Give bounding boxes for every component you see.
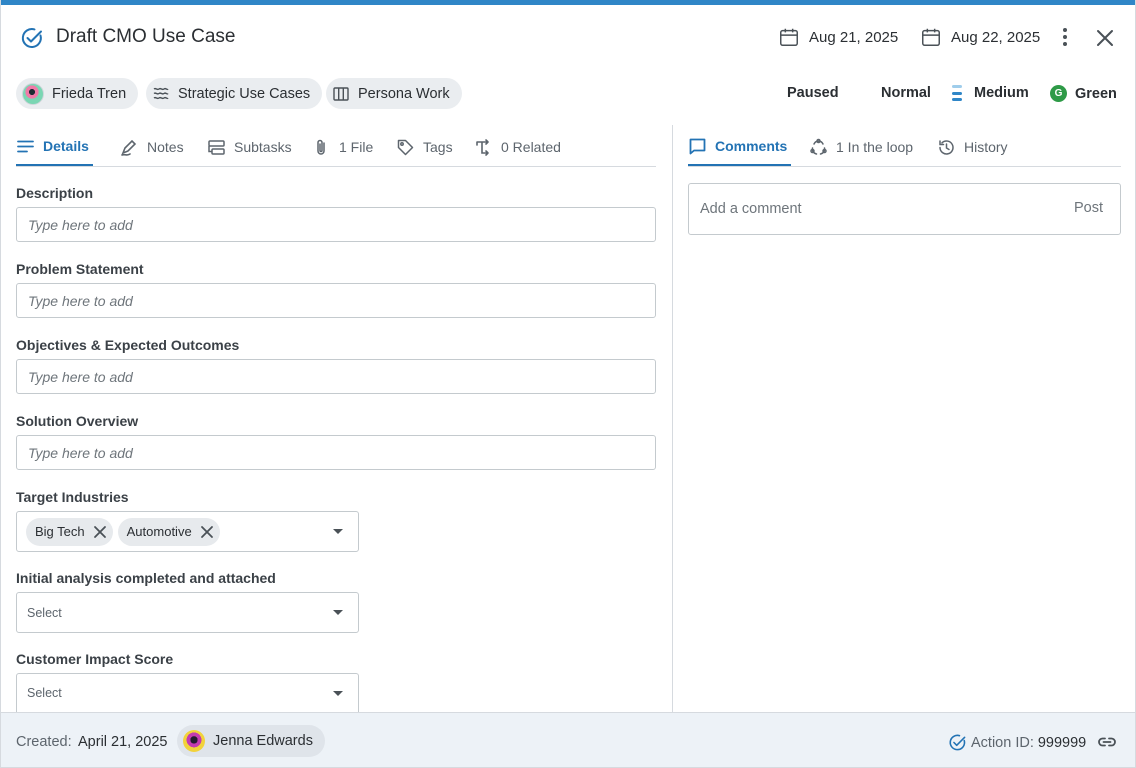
priority-field[interactable]: Normal xyxy=(881,85,931,101)
tab-files-label: 1 File xyxy=(339,139,374,155)
comment-box: Post xyxy=(688,183,1121,235)
comment-input[interactable] xyxy=(700,201,1040,217)
subtasks-icon xyxy=(208,139,225,155)
chevron-down-icon[interactable] xyxy=(333,610,343,615)
page-title[interactable]: Draft CMO Use Case xyxy=(56,26,235,48)
owner-chip[interactable]: Frieda Tren xyxy=(16,78,139,109)
tab-notes-label: Notes xyxy=(147,139,184,155)
industry-chip-label: Automotive xyxy=(126,524,192,539)
action-id: Action ID: 999999 xyxy=(948,733,1086,752)
target-industries-label: Target Industries xyxy=(16,489,129,505)
tab-comments[interactable]: Comments xyxy=(688,128,792,166)
chevron-down-icon[interactable] xyxy=(333,529,343,534)
health-value: Green xyxy=(1075,85,1117,102)
calendar-icon xyxy=(780,28,798,46)
board-name: Persona Work xyxy=(358,85,450,102)
tab-history-label: History xyxy=(964,139,1008,155)
tab-in-the-loop-label: 1 In the loop xyxy=(836,139,914,155)
columns-icon xyxy=(333,86,349,101)
tag-icon xyxy=(397,139,414,155)
tab-related-label: 0 Related xyxy=(501,139,561,155)
select-placeholder: Select xyxy=(27,605,62,620)
customer-impact-label: Customer Impact Score xyxy=(16,651,174,667)
description-label: Description xyxy=(16,185,94,201)
start-date[interactable]: Aug 21, 2025 xyxy=(778,25,898,49)
tab-tags-label: Tags xyxy=(423,139,453,155)
creator-chip[interactable]: Jenna Edwards xyxy=(177,725,325,757)
initial-analysis-label: Initial analysis completed and attached xyxy=(16,570,276,586)
priority-value: Normal xyxy=(881,85,931,101)
problem-statement-input[interactable] xyxy=(16,283,656,318)
project-name: Strategic Use Cases xyxy=(178,85,311,102)
tab-history[interactable]: History xyxy=(937,128,1008,166)
footer: Created: April 21, 2025 Jenna Edwards Ac… xyxy=(0,712,1136,768)
industry-chip: Big Tech xyxy=(26,517,113,546)
problem-statement-label: Problem Statement xyxy=(16,261,144,277)
close-icon[interactable] xyxy=(1094,27,1116,49)
post-button[interactable]: Post xyxy=(1074,200,1103,216)
activity-tabs: Comments 1 In the loop History xyxy=(688,128,1121,167)
lines-icon xyxy=(17,140,34,152)
tab-comments-label: Comments xyxy=(715,138,788,154)
details-tabs: Details Notes Subtasks 1 File Tags 0 Rel… xyxy=(16,128,656,167)
project-chip[interactable]: Strategic Use Cases xyxy=(146,78,323,109)
creator-name: Jenna Edwards xyxy=(213,733,313,749)
due-date-label: Aug 22, 2025 xyxy=(951,28,1041,46)
link-icon[interactable] xyxy=(1097,735,1117,749)
layers-icon xyxy=(153,87,169,99)
tab-files[interactable]: 1 File xyxy=(312,128,373,166)
board-chip[interactable]: Persona Work xyxy=(326,78,462,109)
history-icon xyxy=(939,139,954,155)
tab-details-label: Details xyxy=(43,138,89,154)
select-placeholder: Select xyxy=(27,686,62,700)
tab-details[interactable]: Details xyxy=(16,128,93,166)
task-header: Draft CMO Use Case Aug 21, 2025 Aug 22, … xyxy=(0,5,1136,69)
solution-overview-label: Solution Overview xyxy=(16,413,139,429)
pane-divider xyxy=(672,125,673,712)
comment-icon xyxy=(689,138,706,154)
created-date: April 21, 2025 xyxy=(78,734,168,750)
tab-notes[interactable]: Notes xyxy=(120,128,184,166)
action-id-label: Action ID: xyxy=(971,734,1034,751)
start-date-label: Aug 21, 2025 xyxy=(809,28,899,46)
action-id-value: 999999 xyxy=(1037,734,1087,751)
health-badge: G xyxy=(1050,85,1067,102)
avatar xyxy=(22,82,44,105)
calendar-icon xyxy=(922,28,940,46)
tab-subtasks-label: Subtasks xyxy=(234,139,292,155)
created-label: Created: xyxy=(16,734,72,750)
status-value: Paused xyxy=(787,85,839,101)
avatar xyxy=(183,730,205,752)
effort-value: Medium xyxy=(974,85,1029,101)
due-date[interactable]: Aug 22, 2025 xyxy=(920,25,1040,49)
tab-subtasks[interactable]: Subtasks xyxy=(207,128,292,166)
industry-chip: Automotive xyxy=(117,517,220,546)
industry-chip-label: Big Tech xyxy=(35,524,85,539)
paperclip-icon xyxy=(317,139,325,155)
target-industries-select[interactable]: Big Tech Automotive xyxy=(16,511,359,552)
check-circle-icon xyxy=(949,734,966,751)
remove-icon[interactable] xyxy=(200,525,214,539)
solution-overview-input[interactable] xyxy=(16,435,656,470)
owner-name: Frieda Tren xyxy=(52,85,127,102)
tab-in-the-loop[interactable]: 1 In the loop xyxy=(809,128,913,166)
pen-icon xyxy=(121,139,137,156)
effort-bars-icon xyxy=(952,85,962,101)
more-options-icon[interactable] xyxy=(1054,25,1076,49)
description-input[interactable] xyxy=(16,207,656,242)
related-icon xyxy=(476,138,489,156)
objectives-input[interactable] xyxy=(16,359,656,394)
tab-tags[interactable]: Tags xyxy=(396,128,453,166)
tab-related[interactable]: 0 Related xyxy=(474,128,561,166)
chevron-down-icon[interactable] xyxy=(333,691,343,696)
status-field[interactable]: Paused xyxy=(787,85,839,101)
loop-icon xyxy=(810,138,827,155)
effort-field[interactable]: Medium xyxy=(952,85,1029,101)
remove-icon[interactable] xyxy=(93,525,107,539)
initial-analysis-select[interactable]: Select xyxy=(16,592,359,633)
health-field[interactable]: G Green xyxy=(1050,85,1117,102)
objectives-label: Objectives & Expected Outcomes xyxy=(16,337,240,353)
check-circle-icon[interactable] xyxy=(20,26,44,50)
customer-impact-select[interactable]: Select xyxy=(16,673,359,712)
